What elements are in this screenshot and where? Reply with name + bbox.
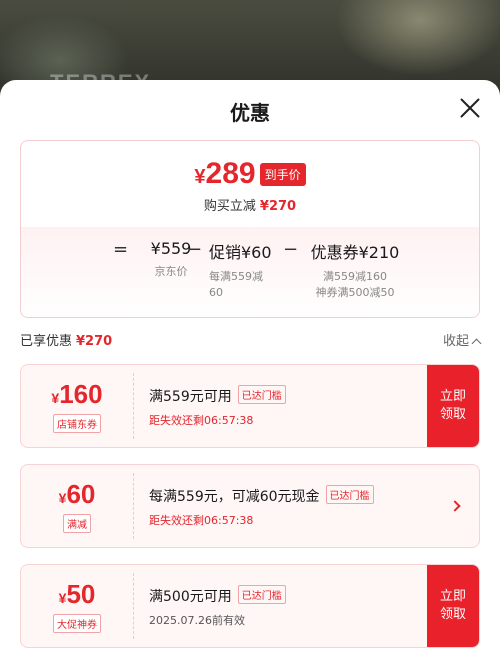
summary-label: 已享优惠 <box>20 334 73 349</box>
save-label: 购买立减 <box>203 199 256 214</box>
price-breakdown-card: ¥289 到手价 购买立减 ¥270 = ¥559 京东价 − 促销¥60 每满55… <box>20 140 480 318</box>
save-amount: ¥270 <box>259 199 297 214</box>
sheet-title: 优惠 <box>230 101 270 125</box>
discount-sheet: 优惠 ¥289 到手价 购买立减 ¥270 = ¥559 京东价 − 促销¥60 每… <box>0 80 500 668</box>
discount-summary: 已享优惠 ¥270 收起 <box>20 330 482 350</box>
close-icon[interactable] <box>458 96 482 120</box>
coupon-expiry: 2025.07.26前有效 <box>149 614 245 627</box>
chevron-up-icon <box>471 338 482 349</box>
equals-sign: = <box>113 239 129 260</box>
claim-coupon-button[interactable]: 立即 领取 <box>427 365 479 447</box>
coupon-type-tag: 店铺东券 <box>53 414 101 433</box>
threshold-met-tag: 已达门槛 <box>325 485 374 504</box>
final-price-row: ¥289 到手价 <box>21 157 479 191</box>
coupon-amount: ¥50 <box>58 579 96 609</box>
claim-coupon-button[interactable]: 立即 领取 <box>427 565 479 647</box>
coupon-condition: 满500元可用 <box>149 589 232 605</box>
threshold-met-tag: 已达门槛 <box>237 385 286 404</box>
collapse-button[interactable]: 收起 <box>443 330 482 349</box>
price-formula: = ¥559 京东价 − 促销¥60 每满559减 60 − 优惠券¥210 满5… <box>21 239 479 309</box>
final-price-badge: 到手价 <box>259 162 306 186</box>
coupon-amount: ¥60 <box>58 479 96 509</box>
coupon-condition: 满559元可用 <box>149 389 232 405</box>
threshold-met-tag: 已达门槛 <box>237 585 286 604</box>
coupon-countdown: 距失效还剩06:57:38 <box>149 514 254 527</box>
summary-amount: ¥270 <box>76 334 113 349</box>
coupon-card: ¥160 店铺东券 满559元可用 已达门槛 距失效还剩06:57:38 立即 领取 <box>20 364 480 448</box>
coupon-condition: 每满559元，可减60元现金 <box>149 489 320 505</box>
sheet-header: 优惠 <box>0 80 500 138</box>
coupon-amount: ¥160 <box>51 379 103 409</box>
formula-promo: 促销¥60 每满559减 60 <box>209 243 272 299</box>
coupon-countdown: 距失效还剩06:57:38 <box>149 414 254 427</box>
save-row: 购买立减 ¥270 <box>21 195 479 214</box>
coupon-card[interactable]: ¥60 满减 每满559元，可减60元现金 已达门槛 距失效还剩06:57:38 <box>20 464 480 548</box>
coupon-card: ¥50 大促神券 满500元可用 已达门槛 2025.07.26前有效 立即 领取 <box>20 564 480 648</box>
coupon-type-tag: 满减 <box>63 514 91 533</box>
minus-sign: − <box>187 239 203 260</box>
coupon-type-tag: 大促神券 <box>53 614 101 633</box>
final-price: ¥289 <box>194 157 256 190</box>
formula-coupon: 优惠券¥210 满559减160 神券满500减50 <box>310 243 400 299</box>
chevron-right-icon[interactable] <box>449 500 461 512</box>
minus-sign: − <box>283 239 299 260</box>
